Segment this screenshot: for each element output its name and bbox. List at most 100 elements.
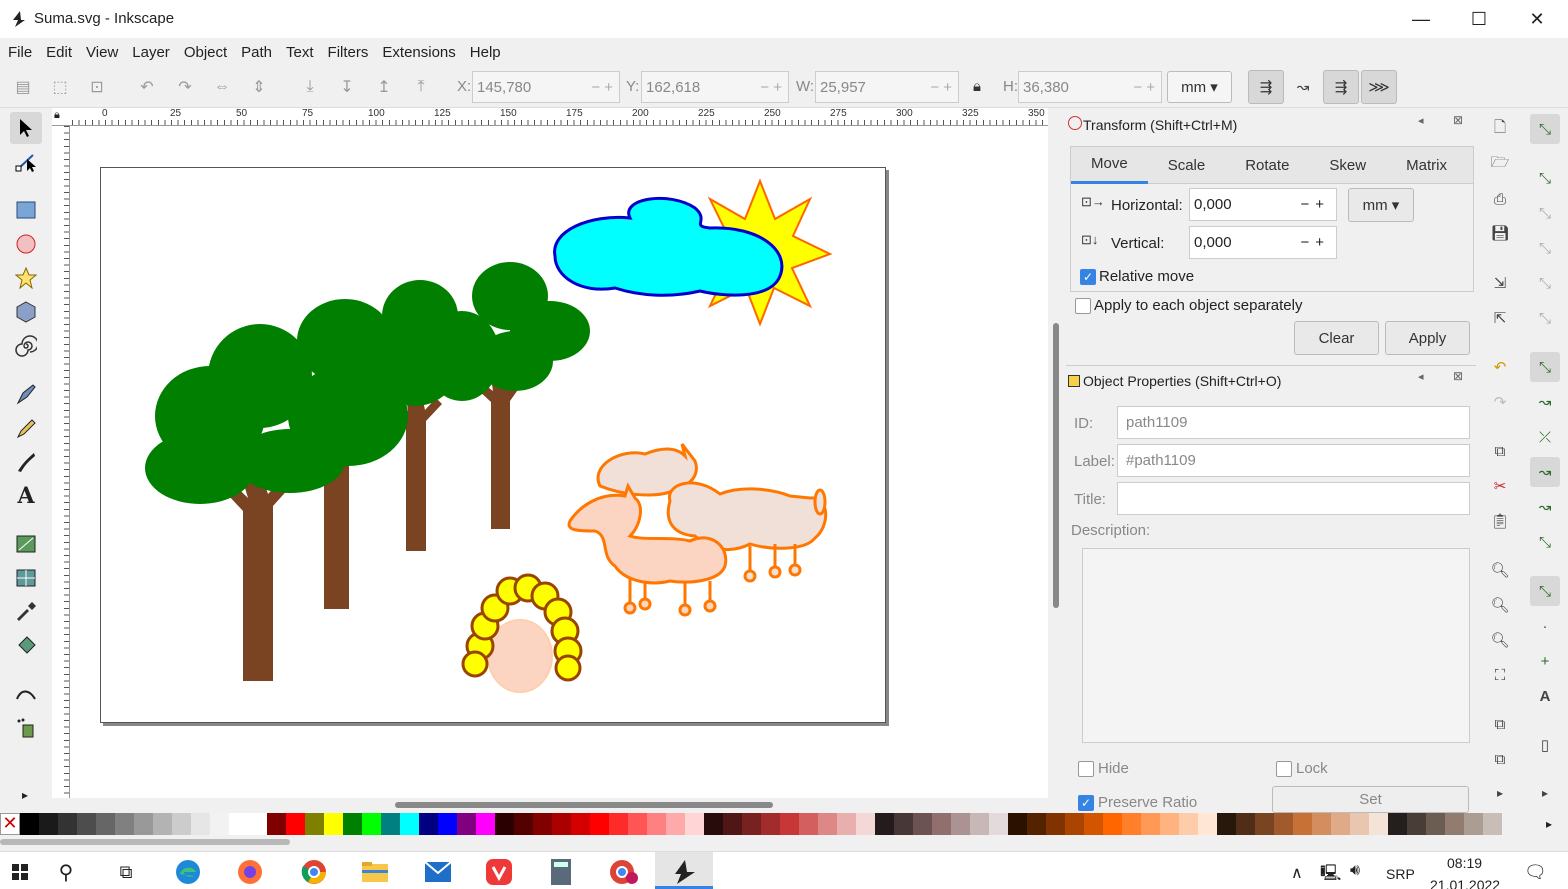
color-swatch[interactable] xyxy=(153,813,172,835)
color-swatch[interactable] xyxy=(20,813,39,835)
color-swatch[interactable] xyxy=(134,813,153,835)
color-swatch[interactable] xyxy=(476,813,495,835)
minimize-button[interactable]: — xyxy=(1392,0,1450,38)
dropper-tool-icon[interactable] xyxy=(10,596,42,628)
color-swatch[interactable] xyxy=(1369,813,1388,835)
color-swatch[interactable] xyxy=(267,813,286,835)
text-tool-icon[interactable]: A xyxy=(10,480,42,512)
open-document-icon[interactable]: 🗁︎ xyxy=(1485,149,1515,179)
rotate-cw-icon[interactable]: ↷ xyxy=(172,74,198,100)
clock-time[interactable]: 08:19 xyxy=(1447,855,1482,871)
ellipse-tool-icon[interactable] xyxy=(10,228,42,260)
spray-tool-icon[interactable] xyxy=(10,712,42,744)
color-swatch[interactable] xyxy=(1312,813,1331,835)
color-swatch[interactable] xyxy=(305,813,324,835)
zoom-drawing-icon[interactable]: 🔍︎ xyxy=(1485,590,1515,620)
scale-stroke-toggle[interactable]: ⇶ xyxy=(1248,70,1284,104)
color-swatch[interactable] xyxy=(1065,813,1084,835)
snap-bbox-centers-icon[interactable]: ⤡ xyxy=(1530,303,1560,333)
tab-skew[interactable]: Skew xyxy=(1309,146,1386,184)
y-stepper[interactable]: − + xyxy=(760,79,788,96)
vertical-scroll-thumb[interactable] xyxy=(1053,323,1059,608)
3d-box-tool-icon[interactable] xyxy=(10,296,42,328)
color-swatch[interactable] xyxy=(1293,813,1312,835)
color-swatch[interactable] xyxy=(381,813,400,835)
snap-paths-icon[interactable]: ↝ xyxy=(1530,387,1560,417)
paste-icon[interactable]: 📋︎ xyxy=(1485,506,1515,536)
x-field[interactable]: 145,780 − + xyxy=(472,71,620,103)
rectangle-tool-icon[interactable] xyxy=(10,194,42,226)
snap-others-icon[interactable]: ⤡ xyxy=(1530,576,1560,606)
inkscape-taskbar-icon[interactable] xyxy=(665,855,705,889)
horizontal-scrollbar[interactable] xyxy=(70,798,1048,812)
color-swatch[interactable] xyxy=(1084,813,1103,835)
flip-horizontal-icon[interactable]: ⇔ xyxy=(209,74,235,100)
lower-to-bottom-icon[interactable]: ⤓ xyxy=(297,74,323,100)
transform-collapse-icon[interactable]: ◂ xyxy=(1418,114,1424,127)
title-field[interactable] xyxy=(1117,482,1470,515)
horizontal-field[interactable]: 0,000 −+ xyxy=(1189,188,1337,221)
more-snap-icon[interactable]: ▸ xyxy=(1530,778,1560,808)
transform-close-icon[interactable]: ⊠ xyxy=(1453,113,1463,127)
duplicate-icon[interactable]: ⧉ xyxy=(1485,709,1515,739)
menu-path[interactable]: Path xyxy=(241,44,272,61)
network-icon[interactable]: 🖳︎ xyxy=(1320,862,1341,889)
color-swatch[interactable] xyxy=(1160,813,1179,835)
color-swatch[interactable] xyxy=(1407,813,1426,835)
mail-icon[interactable] xyxy=(418,855,458,889)
color-swatch[interactable] xyxy=(1388,813,1407,835)
color-swatch[interactable] xyxy=(704,813,723,835)
color-swatch[interactable] xyxy=(875,813,894,835)
color-swatch[interactable] xyxy=(343,813,362,835)
color-swatch[interactable] xyxy=(685,813,704,835)
color-swatch[interactable] xyxy=(1046,813,1065,835)
color-swatch[interactable] xyxy=(1464,813,1483,835)
gradient-tool-icon[interactable] xyxy=(10,528,42,560)
lock-checkbox[interactable] xyxy=(1276,761,1292,777)
snap-bbox-midpoints-icon[interactable]: ⤡ xyxy=(1530,268,1560,298)
color-swatch[interactable] xyxy=(894,813,913,835)
tab-matrix[interactable]: Matrix xyxy=(1386,146,1467,184)
color-swatch[interactable] xyxy=(1445,813,1464,835)
palette-menu-icon[interactable]: ▸ xyxy=(1530,813,1568,835)
maximize-button[interactable]: ☐ xyxy=(1450,0,1508,38)
objprops-close-icon[interactable]: ⊠ xyxy=(1453,369,1463,383)
menu-object[interactable]: Object xyxy=(184,44,227,61)
color-swatch[interactable] xyxy=(1331,813,1350,835)
preserve-ratio-checkbox[interactable]: ✓ xyxy=(1078,795,1094,811)
color-swatch[interactable] xyxy=(438,813,457,835)
more-tools-icon[interactable]: ▸ xyxy=(22,788,28,802)
color-swatch[interactable] xyxy=(628,813,647,835)
snap-page-border-icon[interactable]: ▯ xyxy=(1530,730,1560,760)
description-textarea[interactable] xyxy=(1082,548,1470,743)
color-swatch[interactable] xyxy=(77,813,96,835)
color-swatch[interactable] xyxy=(1483,813,1502,835)
calligraphy-tool-icon[interactable] xyxy=(10,446,42,478)
zoom-selection-icon[interactable]: 🔍︎ xyxy=(1485,555,1515,585)
task-view-icon[interactable]: ⧉ xyxy=(106,855,146,889)
color-swatch[interactable] xyxy=(932,813,951,835)
menu-text[interactable]: Text xyxy=(286,44,314,61)
menu-layer[interactable]: Layer xyxy=(132,44,170,61)
color-swatch[interactable] xyxy=(96,813,115,835)
mesh-tool-icon[interactable] xyxy=(10,562,42,594)
color-swatch[interactable] xyxy=(362,813,381,835)
color-swatch[interactable] xyxy=(457,813,476,835)
x-stepper[interactable]: − + xyxy=(591,79,619,96)
language-indicator[interactable]: SRP xyxy=(1386,866,1415,882)
firefox-icon[interactable] xyxy=(230,855,270,889)
color-swatch[interactable] xyxy=(191,813,210,835)
vertical-stepper[interactable]: −+ xyxy=(1300,234,1336,251)
snap-intersections-icon[interactable]: ⤫ xyxy=(1530,422,1560,452)
objprops-collapse-icon[interactable]: ◂ xyxy=(1418,370,1424,383)
color-swatch[interactable] xyxy=(1217,813,1236,835)
snap-toggle-icon[interactable]: ⤡ xyxy=(1530,114,1560,144)
vertical-scrollbar[interactable] xyxy=(1048,108,1064,798)
notifications-icon[interactable]: 🗨︎ xyxy=(1524,862,1547,883)
undo-icon[interactable]: ↶ xyxy=(1485,352,1515,382)
color-swatch[interactable] xyxy=(742,813,761,835)
calculator-icon[interactable] xyxy=(541,855,581,889)
snap-bbox-edges-icon[interactable]: ⤡ xyxy=(1530,198,1560,228)
star-tool-icon[interactable] xyxy=(10,262,42,294)
color-swatch[interactable] xyxy=(1122,813,1141,835)
